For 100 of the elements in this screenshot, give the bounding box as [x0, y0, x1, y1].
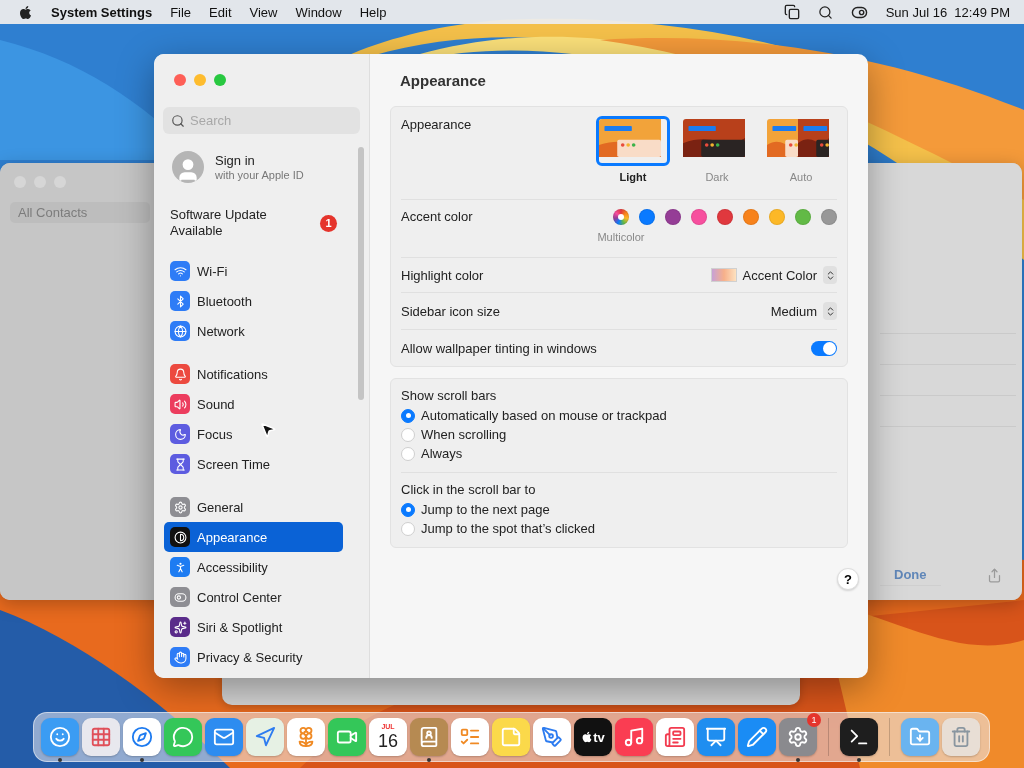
presentation-app-icon[interactable]: [697, 718, 735, 756]
sidebar-item[interactable]: General: [164, 492, 343, 522]
popup-button[interactable]: Accent Color: [710, 266, 837, 284]
highlight-swatch-icon: [710, 268, 737, 282]
sparkles-icon: [170, 617, 190, 637]
sidebar-item[interactable]: Sound: [164, 389, 343, 419]
radio-button[interactable]: [401, 502, 415, 517]
tv-app-icon[interactable]: tv: [574, 718, 612, 756]
menu-item[interactable]: View: [249, 4, 278, 20]
row-label: Appearance: [401, 116, 472, 132]
sidebar-item[interactable]: Bluetooth: [164, 286, 343, 316]
hand-icon: [170, 647, 190, 667]
folder-icon[interactable]: [901, 718, 939, 756]
row-label: Accent color: [401, 208, 473, 224]
moon-icon: [170, 424, 190, 444]
terminal-app-icon[interactable]: [840, 718, 878, 756]
sign-in-subtitle: with your Apple ID: [215, 169, 304, 181]
menu-item[interactable]: Window: [295, 4, 342, 20]
row-label: Allow wallpaper tinting in windows: [401, 340, 597, 356]
sidebar-item[interactable]: Wi-Fi: [164, 256, 343, 286]
page-title: Appearance: [399, 70, 487, 91]
globe-icon: [170, 321, 190, 341]
compass-app-icon[interactable]: [123, 718, 161, 756]
gear-icon: [170, 497, 190, 517]
software-update-label: Software Update Available: [170, 207, 268, 239]
accent-color-swatch[interactable]: [769, 209, 785, 225]
radio-label: Always: [421, 446, 463, 461]
radio-label: Jump to the next page: [421, 502, 550, 517]
close-button[interactable]: [174, 74, 186, 86]
music-note-app-icon[interactable]: [615, 718, 653, 756]
help-button[interactable]: ?: [837, 568, 859, 590]
apple-logo-icon[interactable]: [18, 4, 33, 20]
pointer-icon: [259, 421, 277, 439]
newspaper-app-icon[interactable]: [656, 718, 694, 756]
accent-color-swatch[interactable]: [613, 209, 629, 225]
stepper-icon: [823, 266, 837, 284]
sidebar-item[interactable]: Screen Time: [164, 449, 343, 479]
sidebar-item[interactable]: Privacy & Security: [164, 642, 343, 672]
toggle-switch[interactable]: [811, 340, 837, 356]
accent-color-swatch[interactable]: [821, 209, 837, 225]
sidebar-item[interactable]: Network: [164, 316, 343, 346]
screen-mirroring-icon[interactable]: [783, 4, 800, 20]
menu-item[interactable]: Help: [359, 4, 387, 20]
app-menu[interactable]: System Settings: [51, 4, 153, 20]
sidebar-item[interactable]: Control Center: [164, 582, 343, 612]
accent-color-swatch[interactable]: [717, 209, 733, 225]
hourglass-icon: [170, 454, 190, 474]
face-app-icon[interactable]: [41, 718, 79, 756]
envelope-app-icon[interactable]: [205, 718, 243, 756]
scroll-bar[interactable]: [358, 147, 364, 400]
search-icon: [171, 114, 185, 128]
share-icon[interactable]: [987, 567, 1002, 583]
radio-label: When scrolling: [421, 427, 507, 442]
trash-icon[interactable]: [942, 718, 980, 756]
accent-color-swatch[interactable]: [743, 209, 759, 225]
apple-id-row[interactable]: Sign in with your Apple ID: [154, 140, 369, 194]
address-book-app-icon[interactable]: [410, 718, 448, 756]
sidebar-item[interactable]: Focus: [164, 419, 343, 449]
sign-in-title: Sign in: [215, 153, 256, 168]
accent-color-swatch[interactable]: [639, 209, 655, 225]
video-camera-app-icon[interactable]: [328, 718, 366, 756]
group-title: Show scroll bars: [401, 388, 498, 403]
gear-app-icon[interactable]: [779, 718, 817, 756]
row-label: Sidebar icon size: [401, 303, 500, 319]
avatar-icon: [172, 151, 204, 183]
bluetooth-icon: [170, 291, 190, 311]
checklist-app-icon[interactable]: [451, 718, 489, 756]
apple-logo-icon: [581, 731, 594, 743]
flower-app-icon[interactable]: [287, 718, 325, 756]
update-badge: 1: [320, 214, 337, 232]
sidebar-item[interactable]: Notifications: [164, 359, 343, 389]
menu-clock[interactable]: Sun Jul 16 12:49 PM: [885, 4, 1010, 20]
accent-color-swatch[interactable]: [691, 209, 707, 225]
sidebar-item[interactable]: Siri & Spotlight: [164, 612, 343, 642]
sidebar-item[interactable]: Accessibility: [164, 552, 343, 582]
software-update-row[interactable]: Software Update Available 1: [154, 203, 369, 243]
accessibility-icon: [170, 557, 190, 577]
menu-item[interactable]: File: [170, 4, 192, 20]
grid-app-icon[interactable]: [82, 718, 120, 756]
zoom-button[interactable]: [214, 74, 226, 86]
notepad-app-icon[interactable]: [492, 718, 530, 756]
search-field[interactable]: Search: [163, 107, 360, 134]
accent-color-swatch[interactable]: [665, 209, 681, 225]
search-icon[interactable]: [817, 4, 833, 20]
tv-label: tv: [593, 729, 605, 745]
toggles-icon: [170, 587, 190, 607]
popup-button[interactable]: Medium: [770, 302, 837, 320]
speech-bubble-app-icon[interactable]: [164, 718, 202, 756]
map-app-icon[interactable]: [246, 718, 284, 756]
row-label: Highlight color: [401, 267, 484, 283]
sidebar-item[interactable]: Appearance: [164, 522, 343, 552]
radio-label: Jump to the spot that’s clicked: [421, 521, 595, 536]
speaker-icon: [170, 394, 190, 414]
menu-item[interactable]: Edit: [209, 4, 232, 20]
accent-color-caption: Multicolor: [597, 231, 645, 243]
group-title: Click in the scroll bar to: [401, 482, 537, 497]
pen-app-icon[interactable]: [533, 718, 571, 756]
bell-icon: [170, 364, 190, 384]
accent-color-swatch[interactable]: [795, 209, 811, 225]
radio-button[interactable]: [401, 408, 415, 423]
